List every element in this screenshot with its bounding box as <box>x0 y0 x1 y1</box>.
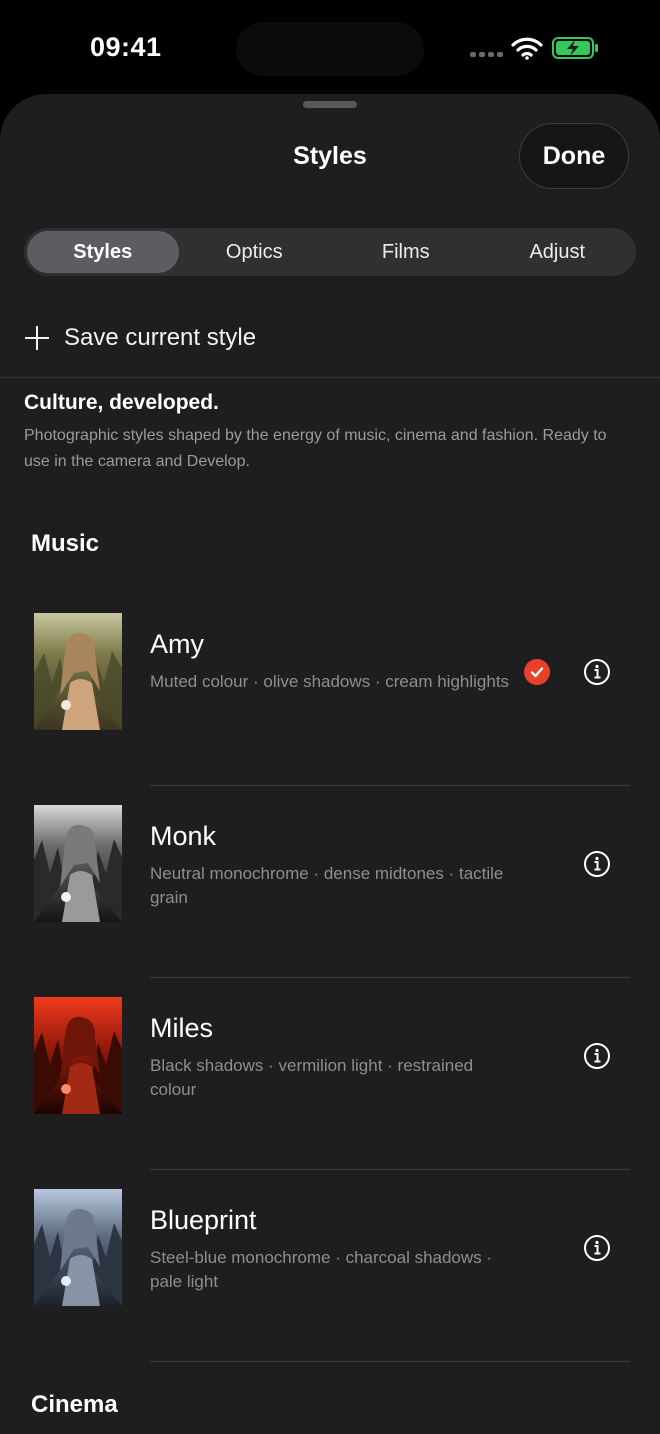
style-thumbnail-monk <box>34 805 122 922</box>
plus-icon <box>24 325 50 351</box>
info-circle-icon[interactable] <box>583 658 611 686</box>
info-circle-icon[interactable] <box>583 1234 611 1262</box>
save-current-style-button[interactable]: Save current style <box>24 318 256 358</box>
tab-optics[interactable]: Optics <box>179 231 331 273</box>
style-name: Monk <box>150 821 217 851</box>
style-category-tabs: Styles Optics Films Adjust <box>24 228 636 276</box>
style-thumbnail-amy <box>34 613 122 730</box>
section-title-cinema: Cinema <box>31 1391 118 1418</box>
tab-styles[interactable]: Styles <box>27 231 179 273</box>
done-button[interactable]: Done <box>519 123 629 189</box>
status-bar: 09:41 <box>0 0 660 96</box>
style-description: Steel-blue monochrome · charcoal shadows… <box>150 1248 493 1291</box>
style-row-amy[interactable]: Amy Muted colour · olive shadows · cream… <box>0 594 660 786</box>
wifi-icon <box>511 37 543 60</box>
styles-sheet: Styles Done Styles Optics Films Adjust S… <box>0 94 660 1434</box>
save-current-style-label: Save current style <box>64 324 257 351</box>
style-thumbnail-miles <box>34 997 122 1114</box>
battery-charging-icon <box>552 37 598 59</box>
tab-adjust[interactable]: Adjust <box>482 231 634 273</box>
divider <box>0 377 660 378</box>
info-circle-icon[interactable] <box>583 1042 611 1070</box>
style-row-blueprint[interactable]: Blueprint Steel-blue monochrome · charco… <box>0 1170 660 1362</box>
style-description: Black shadows · vermilion light · restra… <box>150 1056 474 1099</box>
divider <box>150 1361 630 1362</box>
style-name: Amy <box>150 629 204 659</box>
style-name: Blueprint <box>150 1205 257 1235</box>
checkmark-circle-icon <box>524 659 550 685</box>
dynamic-island <box>236 22 424 76</box>
intro-description: Photographic styles shaped by the energy… <box>24 427 607 470</box>
status-time: 09:41 <box>90 32 162 62</box>
cellular-signal-icon <box>470 52 503 57</box>
info-circle-icon[interactable] <box>583 850 611 878</box>
style-thumbnail-blueprint <box>34 1189 122 1306</box>
section-title-music: Music <box>31 530 100 557</box>
intro-title: Culture, developed. <box>24 391 219 414</box>
style-row-monk[interactable]: Monk Neutral monochrome · dense midtones… <box>0 786 660 978</box>
style-row-miles[interactable]: Miles Black shadows · vermilion light · … <box>0 978 660 1170</box>
sheet-grabber[interactable] <box>303 101 357 108</box>
style-description: Muted colour · olive shadows · cream hig… <box>150 672 510 691</box>
style-description: Neutral monochrome · dense midtones · ta… <box>150 864 504 907</box>
tab-films[interactable]: Films <box>330 231 482 273</box>
style-name: Miles <box>150 1013 214 1043</box>
